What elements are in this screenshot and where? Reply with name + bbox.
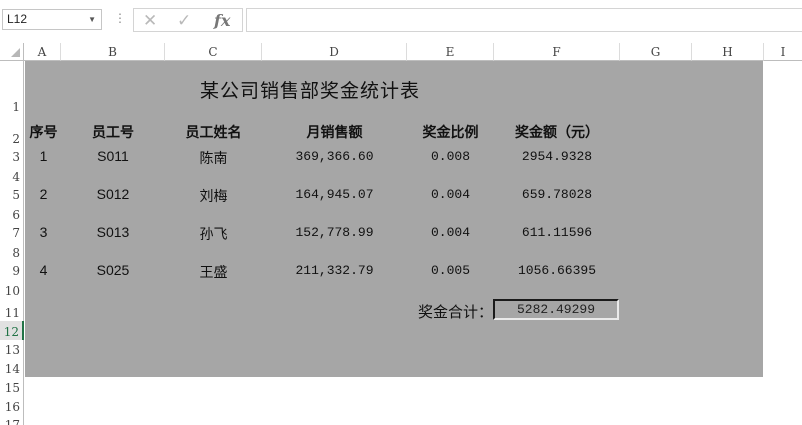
row-number: 12 xyxy=(3,325,19,339)
cell-sales[interactable]: 369,366.60 xyxy=(262,149,407,164)
row-header-16[interactable]: 16 xyxy=(0,396,24,415)
cell-emp-id[interactable]: S013 xyxy=(61,224,165,240)
row-number: 1 xyxy=(12,100,20,114)
cell-no[interactable]: 4 xyxy=(25,262,62,278)
cell-name[interactable]: 孙飞 xyxy=(165,224,262,244)
header-name[interactable]: 员工姓名 xyxy=(165,122,262,142)
row-header-5[interactable]: 5 xyxy=(0,185,24,203)
column-header-c[interactable]: C xyxy=(165,43,262,61)
row-header-12[interactable]: 12 xyxy=(0,321,24,340)
row-number: 5 xyxy=(12,188,20,202)
row-number: 15 xyxy=(4,381,20,395)
row-header-4[interactable]: 4 xyxy=(0,165,24,185)
sheet-title[interactable]: 某公司销售部奖金统计表 xyxy=(175,76,445,103)
cell-rate[interactable]: 0.004 xyxy=(407,187,494,202)
name-box-value: L12 xyxy=(7,12,28,26)
column-header-i[interactable]: I xyxy=(764,43,802,61)
cancel-icon[interactable]: ✕ xyxy=(143,11,157,30)
cell-emp-id[interactable]: S025 xyxy=(61,262,165,278)
row-number: 3 xyxy=(12,150,20,164)
name-box[interactable]: L12 ▼ xyxy=(2,9,102,30)
row-number: 9 xyxy=(12,264,20,278)
cell-sales[interactable]: 152,778.99 xyxy=(262,225,407,240)
select-all-icon xyxy=(11,48,20,57)
formula-bar: L12 ▼ ⋮ ✕ ✓ fx xyxy=(0,0,802,40)
row-header-10[interactable]: 10 xyxy=(0,279,24,299)
row-number: 6 xyxy=(12,208,20,222)
header-no[interactable]: 序号 xyxy=(25,122,62,142)
select-all-corner[interactable] xyxy=(0,43,24,61)
column-header-a[interactable]: A xyxy=(24,43,61,61)
row-number: 16 xyxy=(4,400,20,414)
cell-sales[interactable]: 164,945.07 xyxy=(262,187,407,202)
cell-emp-id[interactable]: S012 xyxy=(61,186,165,202)
row-header-11[interactable]: 11 xyxy=(0,299,24,321)
column-header-f[interactable]: F xyxy=(494,43,620,61)
row-number: 8 xyxy=(12,246,20,260)
more-options-icon[interactable]: ⋮ xyxy=(114,11,126,25)
row-number: 17 xyxy=(4,418,20,425)
row-header-8[interactable]: 8 xyxy=(0,241,24,261)
column-header-e[interactable]: E xyxy=(407,43,494,61)
row-header-7[interactable]: 7 xyxy=(0,223,24,241)
formula-buttons: ✕ ✓ fx xyxy=(133,8,243,32)
total-value-cell[interactable]: 5282.49299 xyxy=(493,299,619,320)
row-header-13[interactable]: 13 xyxy=(0,340,24,358)
row-number: 2 xyxy=(12,132,20,146)
column-header-h[interactable]: H xyxy=(692,43,764,61)
row-number: 7 xyxy=(12,226,20,240)
cell-rate[interactable]: 0.008 xyxy=(407,149,494,164)
cell-no[interactable]: 2 xyxy=(25,186,62,202)
total-label[interactable]: 奖金合计： xyxy=(407,301,493,322)
row-header-3[interactable]: 3 xyxy=(0,147,24,165)
row-header-9[interactable]: 9 xyxy=(0,261,24,279)
row-header-15[interactable]: 15 xyxy=(0,377,24,396)
insert-function-icon[interactable]: fx xyxy=(214,11,230,30)
cell-bonus[interactable]: 2954.9328 xyxy=(494,149,620,164)
cell-rate[interactable]: 0.004 xyxy=(407,225,494,240)
cell-rate[interactable]: 0.005 xyxy=(407,263,494,278)
row-number: 14 xyxy=(4,362,20,376)
column-header-g[interactable]: G xyxy=(620,43,692,61)
cell-no[interactable]: 3 xyxy=(25,224,62,240)
cell-bonus[interactable]: 1056.66395 xyxy=(494,263,620,278)
column-header-d[interactable]: D xyxy=(262,43,407,61)
row-header-2[interactable]: 2 xyxy=(0,115,24,147)
header-rate[interactable]: 奖金比例 xyxy=(407,122,494,142)
row-number: 4 xyxy=(12,170,20,184)
cell-name[interactable]: 王盛 xyxy=(165,262,262,282)
cell-name[interactable]: 陈南 xyxy=(165,148,262,168)
enter-icon[interactable]: ✓ xyxy=(177,11,191,30)
cell-sales[interactable]: 211,332.79 xyxy=(262,263,407,278)
header-bonus[interactable]: 奖金额（元） xyxy=(494,122,620,142)
cell-bonus[interactable]: 611.11596 xyxy=(494,225,620,240)
cell-emp-id[interactable]: S011 xyxy=(61,148,165,164)
row-number: 10 xyxy=(4,284,20,298)
cell-name[interactable]: 刘梅 xyxy=(165,186,262,206)
row-header-6[interactable]: 6 xyxy=(0,203,24,223)
cell-bonus[interactable]: 659.78028 xyxy=(494,187,620,202)
header-emp-id[interactable]: 员工号 xyxy=(61,122,165,142)
row-header-1[interactable]: 1 xyxy=(0,61,24,115)
formula-input[interactable] xyxy=(246,8,802,32)
cell-no[interactable]: 1 xyxy=(25,148,62,164)
row-number: 11 xyxy=(4,306,20,320)
row-number: 13 xyxy=(4,343,20,357)
column-header-b[interactable]: B xyxy=(61,43,165,61)
bonus-table-region: 某公司销售部奖金统计表 序号 员工号 员工姓名 月销售额 奖金比例 奖金额（元）… xyxy=(25,61,763,377)
row-header-14[interactable]: 14 xyxy=(0,358,24,377)
row-header-17[interactable]: 17 xyxy=(0,415,24,425)
chevron-down-icon[interactable]: ▼ xyxy=(88,10,96,29)
header-sales[interactable]: 月销售额 xyxy=(262,122,407,142)
